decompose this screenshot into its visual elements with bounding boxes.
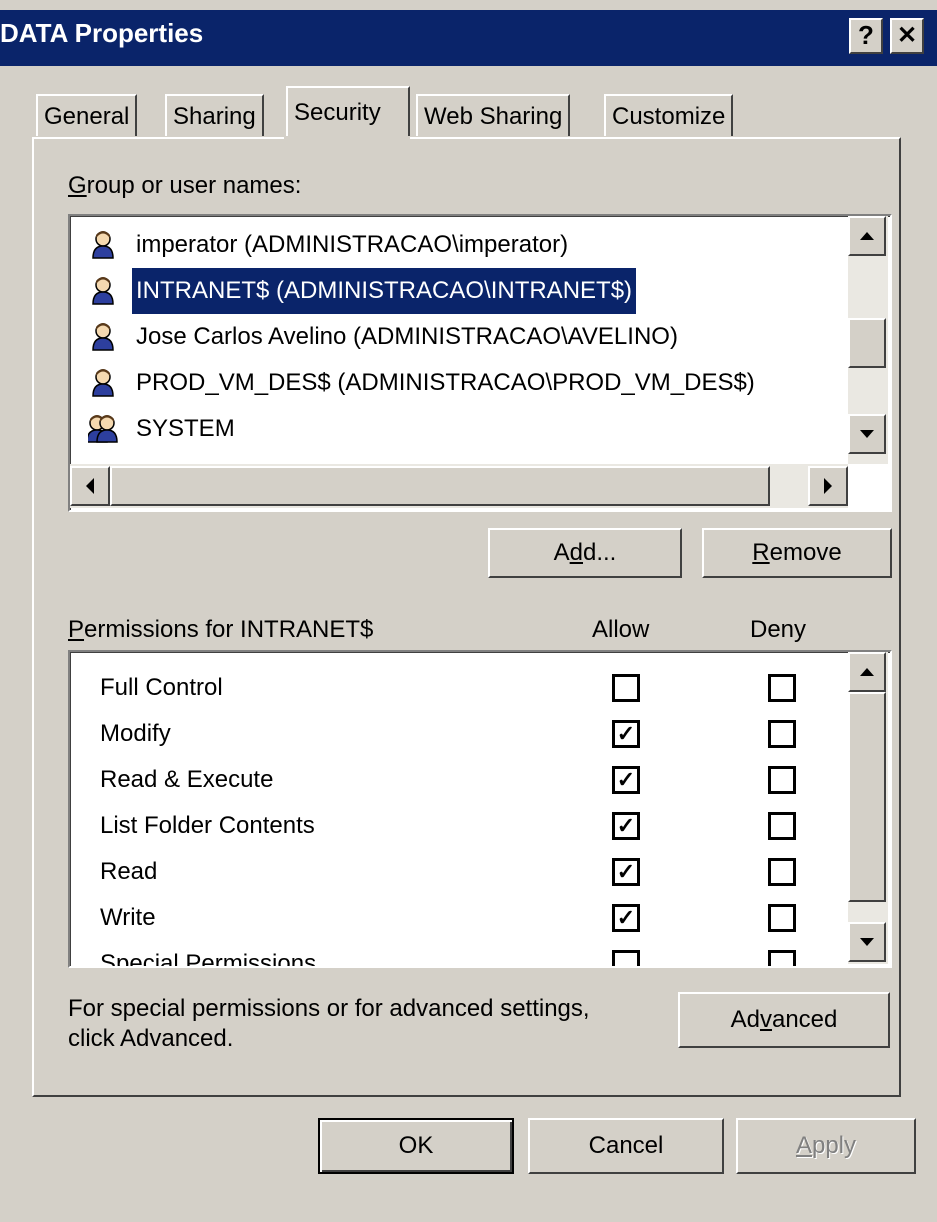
permission-row: Read ✓ (70, 848, 850, 894)
ok-button[interactable]: OK (318, 1118, 514, 1174)
permission-row: List Folder Contents ✓ (70, 802, 850, 848)
scroll-right-button[interactable] (808, 466, 848, 506)
advanced-note: For special permissions or for advanced … (68, 994, 590, 1054)
user-list-item[interactable]: SYSTEM (70, 406, 848, 452)
deny-checkbox[interactable] (768, 720, 796, 748)
allow-checkbox[interactable] (612, 674, 640, 702)
permission-row: Special Permissions (70, 940, 850, 968)
allow-checkbox[interactable]: ✓ (612, 858, 640, 886)
scroll-thumb[interactable] (848, 318, 886, 368)
deny-checkbox[interactable] (768, 858, 796, 886)
user-icon (92, 277, 114, 305)
advanced-button[interactable]: Advanced (678, 992, 890, 1048)
deny-checkbox[interactable] (768, 674, 796, 702)
allow-checkbox[interactable]: ✓ (612, 766, 640, 794)
allow-checkbox[interactable]: ✓ (612, 812, 640, 840)
tab-customize[interactable]: Customize (604, 94, 734, 136)
permission-row: Full Control (70, 664, 850, 710)
scroll-up-button[interactable] (848, 216, 886, 256)
permission-label: List Folder Contents (100, 812, 315, 839)
user-list-item[interactable]: imperator (ADMINISTRACAO\imperator) (70, 222, 848, 268)
permission-row: Write ✓ (70, 894, 850, 940)
user-list-item-label: SYSTEM (136, 415, 235, 442)
permission-row: Read & Execute ✓ (70, 756, 850, 802)
perm-scroll-up-button[interactable] (848, 652, 886, 692)
user-list-item[interactable]: PROD_VM_DES$ (ADMINISTRACAO\PROD_VM_DES$… (70, 360, 848, 406)
group-user-label: Group or user names: (68, 172, 302, 199)
cancel-button[interactable]: Cancel (528, 1118, 724, 1174)
user-list-item-label: PROD_VM_DES$ (ADMINISTRACAO\PROD_VM_DES$… (136, 369, 755, 396)
permission-label: Read & Execute (100, 766, 274, 793)
permission-row: Modify ✓ (70, 710, 850, 756)
hscroll-thumb[interactable] (110, 466, 770, 506)
permission-label: Read (100, 858, 158, 885)
tab-web-sharing[interactable]: Web Sharing (416, 94, 571, 136)
user-icon (92, 323, 114, 351)
arrow-down-icon (860, 938, 874, 946)
advanced-note-line1: For special permissions or for advanced … (68, 995, 590, 1022)
tab-sharing[interactable]: Sharing (165, 94, 264, 136)
permissions-list[interactable]: Full Control Modify ✓ Read & Execute ✓ L… (68, 650, 892, 968)
deny-checkbox[interactable] (768, 766, 796, 794)
deny-checkbox[interactable] (768, 812, 796, 840)
tab-general[interactable]: General (36, 94, 138, 136)
advanced-note-line2: click Advanced. (68, 1025, 234, 1052)
arrow-down-icon (860, 430, 874, 438)
allow-checkbox[interactable]: ✓ (612, 720, 640, 748)
group-icon (88, 415, 118, 443)
apply-button[interactable]: Apply (736, 1118, 916, 1174)
remove-button[interactable]: Remove (702, 528, 892, 578)
allow-checkbox[interactable]: ✓ (612, 904, 640, 932)
arrow-up-icon (860, 668, 874, 676)
user-list-item[interactable]: Jose Carlos Avelino (ADMINISTRACAO\AVELI… (70, 314, 848, 360)
arrow-left-icon (86, 478, 94, 494)
permission-label: Special Permissions (100, 950, 317, 968)
permissions-title: Permissions for INTRANET$ (68, 616, 374, 643)
user-icon (92, 369, 114, 397)
tab-security[interactable]: Security (286, 86, 410, 140)
allow-header: Allow (592, 616, 650, 643)
deny-checkbox[interactable] (768, 950, 796, 966)
perm-scroll-thumb[interactable] (848, 692, 886, 902)
perm-scroll-down-button[interactable] (848, 922, 886, 962)
user-list-item[interactable]: INTRANET$ (ADMINISTRACAO\INTRANET$) (70, 268, 848, 314)
user-list-item-label: INTRANET$ (ADMINISTRACAO\INTRANET$) (132, 268, 637, 314)
permission-label: Write (100, 904, 156, 931)
close-button[interactable]: ✕ (890, 18, 924, 54)
permission-label: Full Control (100, 674, 223, 701)
scroll-left-button[interactable] (70, 466, 110, 506)
arrow-right-icon (824, 478, 832, 494)
deny-header: Deny (750, 616, 807, 643)
deny-checkbox[interactable] (768, 904, 796, 932)
permission-label: Modify (100, 720, 171, 747)
arrow-up-icon (860, 232, 874, 240)
window-title: DATA Properties (0, 18, 204, 48)
user-list-item-label: imperator (ADMINISTRACAO\imperator) (136, 231, 569, 258)
user-icon (92, 231, 114, 259)
allow-checkbox[interactable] (612, 950, 640, 966)
add-button[interactable]: Add... (488, 528, 682, 578)
user-list[interactable]: imperator (ADMINISTRACAO\imperator) INTR… (68, 214, 892, 512)
scroll-down-button[interactable] (848, 414, 886, 454)
user-list-item-label: Jose Carlos Avelino (ADMINISTRACAO\AVELI… (136, 323, 678, 350)
help-button[interactable]: ? (849, 18, 883, 54)
